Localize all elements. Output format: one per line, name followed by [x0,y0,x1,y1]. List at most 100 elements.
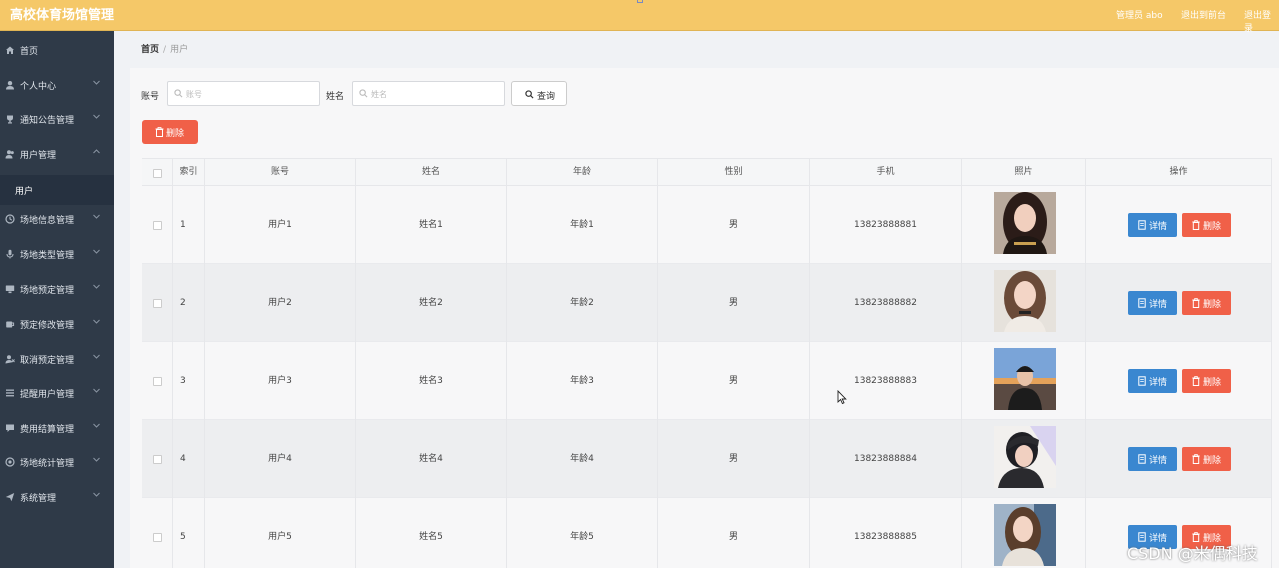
chevron-down-icon [93,492,100,497]
sidebar-item-4[interactable]: 场地信息管理 [0,209,114,229]
sidebar: 用户 首页个人中心通知公告管理用户管理场地信息管理 场地类型管理 场地预定管理预定修… [0,31,114,568]
sidebar-item-6[interactable]: 场地预定管理 [0,279,114,299]
sidebar-item-label: 提醒用户管理 [20,390,75,400]
query-button-label: 查询 [537,92,556,102]
column-header: 操作 [1086,159,1272,186]
table-row: 1 用户1 姓名1 年龄1 男 13823888881 详情 删除 [142,186,1272,264]
chevron-down-icon [93,114,100,119]
detail-button-label: 详情 [1149,456,1168,466]
chevron-down-icon [93,284,100,289]
user-table: 索引 账号 姓名 年龄 性别 手机 照片 操作 1 用户1 姓名1 年龄1 男 13823888881 详… [142,158,1272,568]
batch-delete-button[interactable]: 删除 [142,120,198,144]
trash-icon [1192,376,1200,386]
user-icon [6,81,14,90]
sidebar-item-11[interactable]: 场地统计管理 [0,452,114,472]
watermark: CSDN @米偶科技 [1127,544,1258,563]
sidebar-subitem-user[interactable]: 用户 [0,175,114,205]
sidebar-item-label: 预定修改管理 [20,321,75,331]
table-header: 索引 账号 姓名 年龄 性别 手机 照片 操作 [142,158,1272,186]
sidebar-item-12[interactable]: 系统管理 [0,487,114,507]
sidebar-item-3[interactable]: 用户管理 [0,144,114,164]
detail-button[interactable]: 详情 [1128,291,1177,315]
search-icon [525,90,534,99]
sidebar-item-label: 用户管理 [20,151,57,161]
chevron-up-icon [93,149,100,154]
cell-phone: 13823888881 [810,186,962,264]
table-row: 2 用户2 姓名2 年龄2 男 13823888882 详情 删除 [142,264,1272,342]
cell-gender: 男 [658,498,810,568]
cell-age: 年龄5 [507,498,658,568]
header-checkbox-cell [142,159,173,186]
cell-name: 姓名5 [356,498,507,568]
sidebar-item-0[interactable]: 首页 [0,40,114,60]
chevron-down-icon [93,80,100,85]
send-icon [5,493,15,502]
delete-button-label: 删除 [1203,222,1222,232]
cell-actions [1086,264,1272,342]
cell-index: 1 [173,186,205,264]
detail-button-label: 详情 [1149,222,1168,232]
delete-button[interactable]: 删除 [1182,447,1231,471]
account-search-input[interactable]: 账号 [167,81,320,106]
delete-button-label: 删除 [1203,300,1222,310]
trophy-icon [7,115,13,124]
sidebar-subitem-label: 用户 [15,187,34,197]
cell-age: 年龄2 [507,264,658,342]
mouse-cursor-icon [837,390,847,405]
detail-button[interactable]: 详情 [1128,369,1177,393]
sidebar-item-8[interactable]: 取消预定管理 [0,349,114,369]
user-photo [994,192,1056,254]
admin-username: 管理员 abo [1116,11,1163,21]
user-photo [994,270,1056,332]
delete-button[interactable]: 删除 [1182,213,1231,237]
sidebar-item-label: 场地统计管理 [20,459,75,469]
cell-account: 用户4 [205,420,356,498]
chevron-down-icon [93,214,100,219]
delete-button[interactable]: 删除 [1182,369,1231,393]
cell-account: 用户2 [205,264,356,342]
cell-index: 2 [173,264,205,342]
mug-icon [6,321,15,328]
breadcrumb-home[interactable]: 首页 [141,45,159,55]
sidebar-item-label: 取消预定管理 [20,356,75,366]
sidebar-item-label: 费用结算管理 [20,425,75,435]
batch-delete-label: 删除 [166,129,185,139]
detail-button[interactable]: 详情 [1128,447,1177,471]
cell-age: 年龄3 [507,342,658,420]
chart-icon [5,457,15,467]
column-header: 账号 [205,159,356,186]
detail-button-label: 详情 [1149,300,1168,310]
detail-button[interactable]: 详情 [1128,213,1177,237]
trash-icon [155,127,164,137]
sidebar-item-label: 系统管理 [20,494,57,504]
document-icon [1138,220,1146,230]
account-placeholder: 账号 [186,90,202,99]
logout-link[interactable]: 退出登录 [1244,8,1279,34]
cell-name: 姓名1 [356,186,507,264]
cell-account: 用户3 [205,342,356,420]
delete-button[interactable]: 删除 [1182,291,1231,315]
sidebar-item-5[interactable]: 场地类型管理 [0,244,114,264]
cell-phone: 13823888883 [810,342,962,420]
query-button[interactable]: 查询 [511,81,567,106]
cell-actions [1086,342,1272,420]
back-to-frontend-link[interactable]: 退出到前台 [1181,8,1226,21]
name-filter-label: 姓名 [326,92,345,102]
cell-gender: 男 [658,420,810,498]
cell-index: 5 [173,498,205,568]
sidebar-item-1[interactable]: 个人中心 [0,75,114,95]
user-photo [994,348,1056,410]
cell-account: 用户5 [205,498,356,568]
column-header: 年龄 [507,159,658,186]
sidebar-item-9[interactable]: 提醒用户管理 [0,383,114,403]
sidebar-item-7[interactable]: 预定修改管理 [0,314,114,334]
chat-icon [6,424,14,432]
checkbox-cell [142,420,173,498]
name-search-input[interactable]: 姓名 [352,81,505,106]
user-photo [994,504,1056,566]
sidebar-item-2[interactable]: 通知公告管理 [0,109,114,129]
sidebar-item-10[interactable]: 费用结算管理 [0,418,114,438]
user-x-icon [5,355,15,364]
cell-name: 姓名3 [356,342,507,420]
checkbox-cell [142,186,173,264]
